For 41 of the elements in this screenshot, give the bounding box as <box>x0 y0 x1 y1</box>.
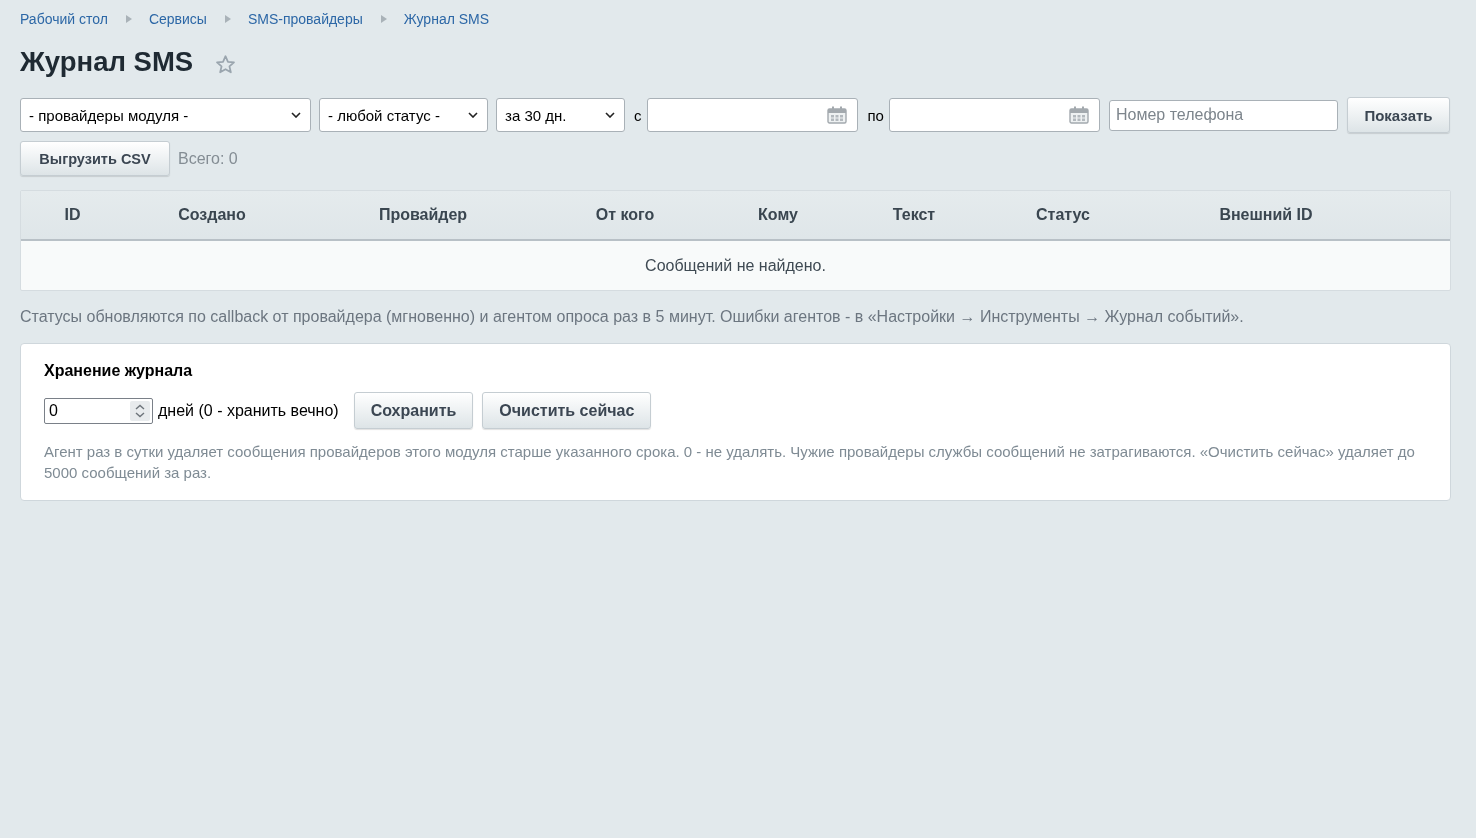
help-text: Агент раз в сутки удаляет сообщения провайдеров этого модуля старше указанного срока. 0 - не удалять. Чужие провайдеры службы сообщений не затрагиваются. «Очистить сейчас» удаляет до 5000 сообщений за раз. <box>44 442 1416 483</box>
chevron-down-icon <box>468 112 478 118</box>
phone-input[interactable]: Номер телефона <box>1108 99 1338 131</box>
breadcrumb-link[interactable]: Рабочий стол <box>20 10 108 28</box>
field-label: по <box>867 106 884 124</box>
export-csv-button[interactable]: Выгрузить CSV <box>20 141 170 176</box>
column-header: Провайдер <box>378 206 468 224</box>
select-dropdown[interactable]: - провайдеры модуля - <box>20 98 311 132</box>
column-header: Создано <box>178 206 246 224</box>
action-button[interactable]: Очистить сейчас <box>482 392 652 429</box>
breadcrumb-link[interactable]: Журнал SMS <box>403 10 490 28</box>
column-header: Внешний ID <box>1219 206 1313 224</box>
triangle-icon <box>380 15 387 23</box>
info-note: Статусы обновляются по callback от провайдера (мгновенно) и агентом опроса раз в 5 минут. Ошибки агентов - в «Настройки → Инструменты → Журнал событий». <box>20 307 1245 327</box>
triangle-icon <box>125 15 132 23</box>
field-label: с <box>634 106 642 124</box>
show-button[interactable]: Показать <box>1346 97 1450 133</box>
date-field[interactable] <box>646 98 858 132</box>
select-dropdown[interactable]: - любой статус - <box>319 98 488 132</box>
action-button[interactable]: Сохранить <box>353 392 474 429</box>
breadcrumb-link[interactable]: Сервисы <box>148 10 207 28</box>
column-header: Кому <box>758 206 798 224</box>
star-icon[interactable] <box>215 53 237 75</box>
page-title: Журнал SMS <box>20 45 194 79</box>
days-label: дней (0 - хранить вечно) <box>158 401 339 420</box>
chevron-down-icon <box>291 112 301 118</box>
panel-title: Хранение журнала <box>44 361 194 381</box>
calendar-icon <box>826 106 847 124</box>
column-header: От кого <box>595 206 655 224</box>
empty-message: Сообщений не найдено. <box>645 256 826 275</box>
date-field[interactable] <box>888 98 1100 132</box>
select-dropdown[interactable]: за 30 дн. <box>496 98 625 132</box>
calendar-icon <box>1068 106 1089 124</box>
total-count: Всего: 0 <box>178 149 238 168</box>
triangle-icon <box>224 15 231 23</box>
column-header: ID <box>64 206 81 224</box>
spinner-icon[interactable] <box>130 400 150 421</box>
column-header: Текст <box>892 206 936 224</box>
chevron-down-icon <box>605 112 615 118</box>
column-header: Статус <box>1036 206 1090 224</box>
breadcrumb-link[interactable]: SMS-провайдеры <box>247 10 363 28</box>
